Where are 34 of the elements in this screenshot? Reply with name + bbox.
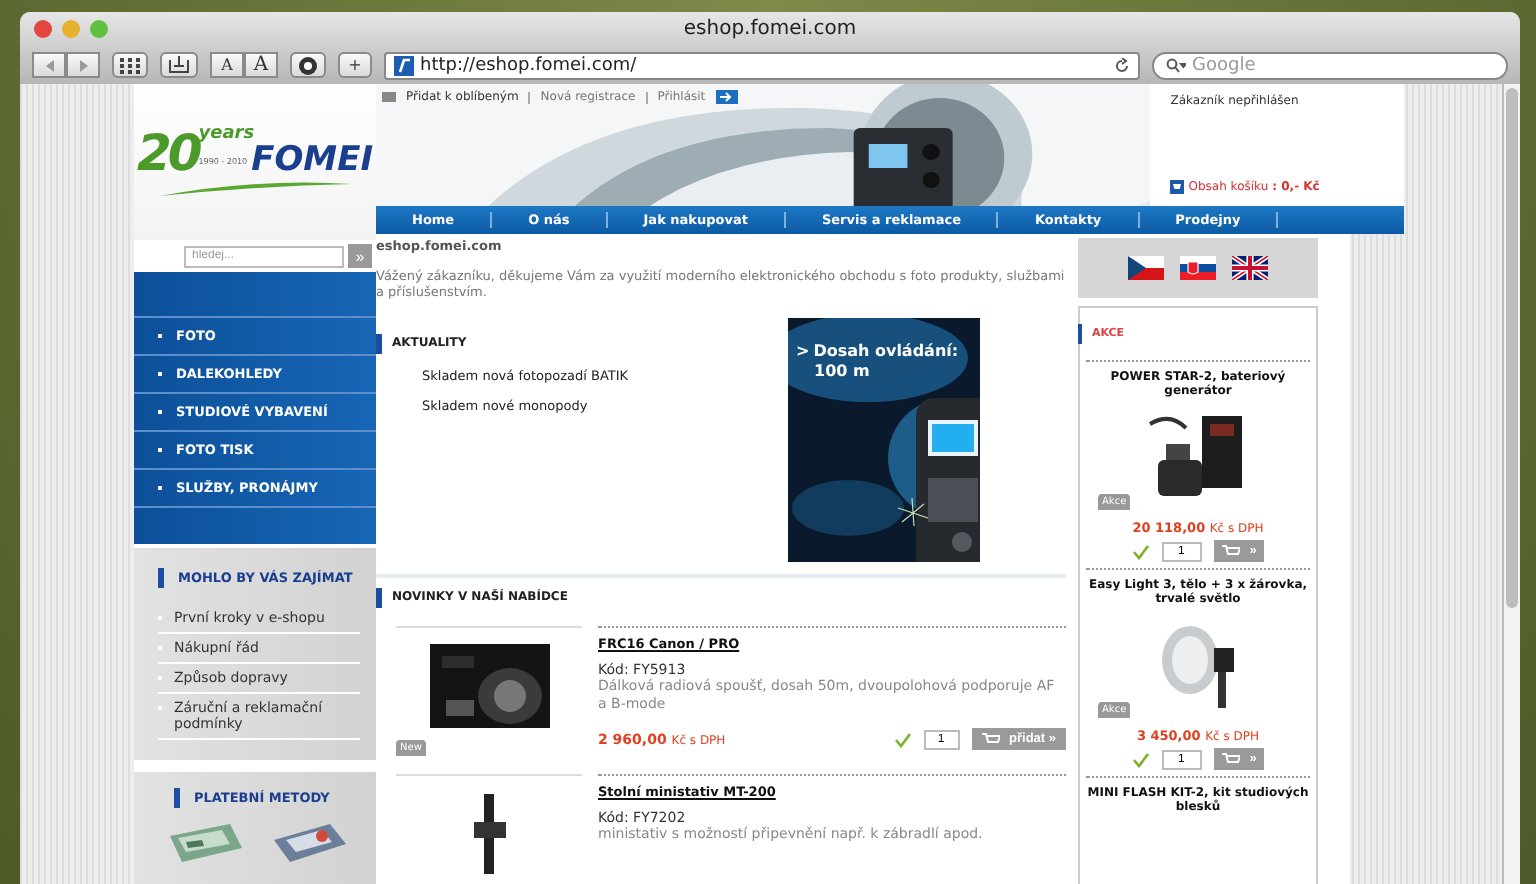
grid-icon [120, 57, 140, 73]
reload-icon[interactable] [1114, 57, 1130, 73]
stop-button[interactable] [290, 52, 326, 78]
forward-arrow-icon [75, 57, 91, 73]
text-size-button[interactable]: A [210, 52, 244, 78]
scrollbar[interactable] [1502, 84, 1520, 884]
add-bookmark-button[interactable]: + [338, 52, 372, 78]
flag-icon[interactable] [1180, 256, 1216, 280]
text-size-button[interactable]: A [244, 52, 278, 78]
flag-icon[interactable] [1128, 256, 1164, 280]
tray-button[interactable] [160, 52, 198, 78]
cart-icon [1221, 752, 1240, 766]
close-button[interactable] [34, 20, 52, 38]
heading-marker-icon [1078, 324, 1082, 344]
search-icon [1166, 57, 1186, 73]
heading-marker-icon [376, 333, 382, 354]
bookmarks-grid-button[interactable] [112, 52, 148, 78]
promo-banner[interactable]: > Dosah ovládání: 100 m [788, 317, 980, 562]
forward-button[interactable] [66, 52, 100, 78]
back-arrow-icon [41, 57, 57, 73]
heading-marker-icon [158, 568, 164, 588]
tray-icon [168, 56, 190, 74]
cart-icon [981, 732, 1000, 747]
address-field[interactable]: http://eshop.fomei.com/ [384, 51, 1140, 79]
cart-icon [1170, 180, 1185, 194]
window-title: eshop.fomei.com [683, 18, 857, 40]
back-button[interactable] [32, 52, 66, 78]
banner-text: > Dosah ovládání: 100 m [794, 339, 961, 382]
circle-icon [298, 55, 318, 75]
flag-icon[interactable] [1232, 256, 1268, 280]
heading-marker-icon [174, 788, 180, 808]
favicon-icon [394, 55, 414, 75]
cart-icon [1221, 544, 1240, 558]
heading-marker-icon [376, 587, 382, 608]
